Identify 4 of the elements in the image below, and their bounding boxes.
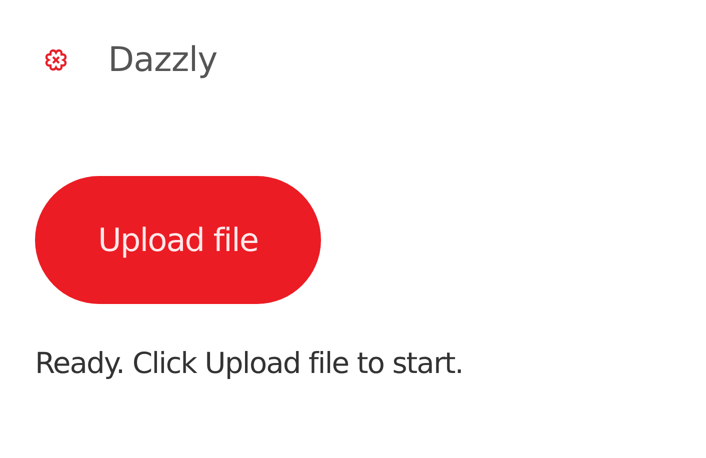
status-text: Ready. Click Upload file to start. [35,346,464,380]
app-title: Dazzly [108,40,218,80]
logo-icon [44,48,68,72]
upload-button[interactable]: Upload file [35,176,321,304]
